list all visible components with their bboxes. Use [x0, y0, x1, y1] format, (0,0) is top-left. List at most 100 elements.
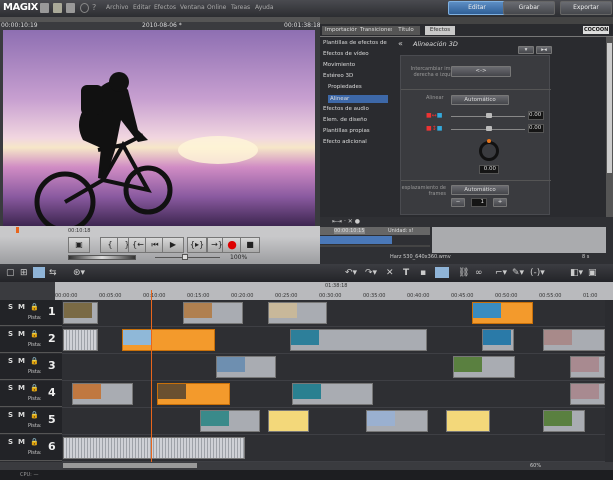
play-button[interactable]: ▶ — [162, 237, 184, 253]
menu-ayuda[interactable]: Ayuda — [255, 4, 274, 11]
help-icon[interactable]: ? — [92, 3, 101, 13]
timeline-clip[interactable] — [445, 410, 490, 432]
timeline-clip[interactable] — [121, 329, 216, 351]
lock-icon[interactable]: 🔒 — [30, 384, 39, 392]
open-folder-icon[interactable] — [53, 3, 62, 13]
scene-overview-icon[interactable]: ⇆ — [49, 268, 57, 278]
menu-efectos[interactable]: Efectos — [154, 4, 176, 11]
playhead[interactable] — [151, 290, 152, 462]
jog-shuttle[interactable] — [68, 255, 136, 260]
ungroup-icon[interactable]: ∞ — [475, 268, 483, 278]
rotation-knob[interactable] — [479, 141, 499, 161]
timeline-clip[interactable] — [63, 437, 246, 459]
frame-offset-auto-button[interactable]: Automático — [451, 185, 509, 195]
redo-icon[interactable]: ↷▾ — [365, 268, 377, 278]
menu-tareas[interactable]: Tareas — [231, 4, 250, 11]
effects-list-item[interactable]: Elem. de diseño — [323, 117, 367, 123]
group-icon[interactable]: ⛓ — [458, 268, 469, 278]
insert-mode-icon[interactable] — [435, 267, 449, 278]
timeline-clip[interactable] — [569, 356, 606, 378]
lock-icon[interactable]: 🔒 — [30, 438, 39, 446]
rotation-value[interactable]: 0.00 — [479, 165, 499, 174]
timeline-clip[interactable] — [71, 383, 134, 405]
effects-list-item[interactable]: Propiedades — [328, 84, 362, 90]
horizontal-value[interactable]: 0.00 — [528, 111, 544, 120]
effects-list-item[interactable]: Movimiento — [323, 62, 355, 68]
trimmer-nav-icons[interactable]: ⇤⇥ · ✕ ● — [332, 218, 360, 225]
undo-icon[interactable]: ↶▾ — [345, 268, 357, 278]
align-auto-button[interactable]: Automático — [451, 95, 509, 105]
track-row[interactable] — [62, 300, 605, 327]
title-icon[interactable]: T — [403, 268, 409, 278]
solo-button[interactable]: S — [8, 330, 13, 338]
mute-button[interactable]: M — [18, 438, 25, 446]
mode-editar-button[interactable]: Editar — [448, 1, 506, 15]
lock-icon[interactable]: 🔒 — [30, 303, 39, 311]
timeline-clip[interactable] — [216, 356, 276, 378]
preset-dropdown-button[interactable]: ▾ — [518, 46, 534, 54]
effects-list-item[interactable]: Plantillas de efectos de — [323, 40, 387, 46]
timeline-clip[interactable] — [365, 410, 429, 432]
vertical-value[interactable]: 0.00 — [528, 124, 544, 133]
play-range-button[interactable]: {▸} — [187, 237, 207, 253]
lock-icon[interactable]: 🔒 — [30, 411, 39, 419]
frame-offset-plus[interactable]: + — [493, 198, 507, 207]
tab-titulo[interactable]: Título — [392, 26, 420, 35]
mute-button[interactable]: M — [18, 384, 25, 392]
solo-button[interactable]: S — [8, 303, 13, 311]
preview-playhead[interactable] — [16, 227, 19, 233]
tab-efectos[interactable]: Efectos — [425, 26, 455, 35]
timeline-ruler[interactable]: 01:38:18 00:00:00 00:05:00 00:10:00 00:15:0… — [0, 282, 613, 300]
menu-editar[interactable]: Editar — [133, 4, 151, 11]
mode-exportar-button[interactable]: Exportar — [560, 1, 612, 15]
mute-button[interactable]: M — [18, 303, 25, 311]
effects-list-item[interactable]: Alinear — [328, 95, 388, 103]
track-row[interactable] — [62, 354, 606, 381]
tab-importacion[interactable]: Importación — [322, 26, 362, 35]
effects-list-item[interactable]: Efecto adicional — [323, 139, 367, 145]
timeline-clip[interactable] — [63, 329, 99, 351]
trimmer-ruler[interactable] — [432, 227, 606, 253]
mute-button[interactable]: M — [18, 357, 25, 365]
new-file-icon[interactable] — [40, 3, 49, 13]
timeline-clip[interactable] — [481, 329, 515, 351]
timeline-clip[interactable] — [268, 302, 327, 324]
fullscreen-icon[interactable]: ▣ — [588, 268, 597, 278]
menu-online[interactable]: Online — [207, 4, 226, 11]
fade-icon[interactable]: (-)▾ — [530, 268, 545, 278]
solo-button[interactable]: S — [8, 357, 13, 365]
solo-button[interactable]: S — [8, 438, 13, 446]
solo-button[interactable]: S — [8, 384, 13, 392]
effects-list-item[interactable]: Efectos de audio — [323, 106, 369, 112]
trimmer-track-selected[interactable] — [320, 236, 392, 244]
timeline-clip[interactable] — [291, 383, 373, 405]
lock-icon[interactable]: 🔒 — [30, 357, 39, 365]
marker-icon[interactable]: ▪ — [420, 268, 426, 278]
vertical-slider-handle[interactable] — [486, 126, 492, 131]
single-view-icon[interactable]: ▢ — [6, 268, 15, 278]
menu-ventana[interactable]: Ventana — [180, 4, 205, 11]
swap-images-button[interactable]: <-> — [451, 66, 511, 77]
effects-list-item[interactable]: Plantillas propias — [323, 128, 370, 134]
undo-icon[interactable] — [80, 3, 89, 13]
timeline-clip[interactable] — [200, 410, 261, 432]
timeline-clip[interactable] — [472, 302, 533, 324]
preview-ruler[interactable]: 00:10:18 — [0, 226, 320, 236]
mouse-mode-icon[interactable]: ⊛▾ — [73, 268, 85, 278]
reset-button[interactable]: ▸◂ — [536, 46, 552, 54]
timeline-clip[interactable] — [452, 356, 516, 378]
trimmer-time[interactable]: 00:00:10:15 — [334, 228, 365, 234]
preview-zoom-level[interactable]: 100% — [230, 254, 247, 261]
frame-offset-minus[interactable]: − — [451, 198, 465, 207]
trim-icon[interactable]: ✎▾ — [512, 268, 524, 278]
collapse-icon[interactable]: « — [398, 39, 403, 48]
timeline-zoom[interactable]: 60% — [530, 463, 541, 469]
split-icon[interactable]: ⌐▾ — [495, 268, 507, 278]
mute-button[interactable]: M — [18, 330, 25, 338]
mode-grabar-button[interactable]: Grabar — [503, 1, 555, 15]
tab-transiciones[interactable]: Transiciones — [357, 26, 397, 35]
timeline-clip[interactable] — [542, 329, 606, 351]
track-row[interactable] — [62, 327, 606, 354]
frame-offset-value[interactable]: 1 — [471, 198, 487, 207]
delete-icon[interactable]: ✕ — [386, 268, 394, 278]
